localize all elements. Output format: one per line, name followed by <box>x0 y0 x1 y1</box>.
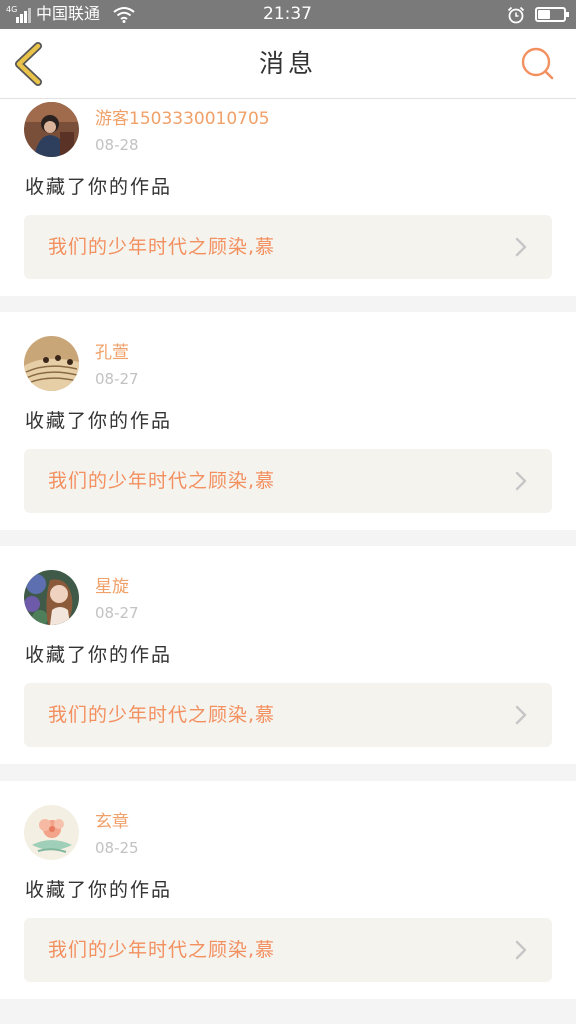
avatar[interactable] <box>24 570 79 625</box>
message-card: 玄章 08-25 收藏了你的作品 我们的少年时代之顾染,慕 <box>0 781 576 999</box>
status-bar: 4G 中国联通 21:37 <box>0 0 576 29</box>
message-text: 收藏了你的作品 <box>25 176 173 198</box>
chevron-right-icon <box>515 471 527 491</box>
avatar[interactable] <box>24 336 79 391</box>
clock: 21:37 <box>263 4 312 24</box>
work-link[interactable]: 我们的少年时代之顾染,慕 <box>24 215 552 279</box>
work-title: 我们的少年时代之顾染,慕 <box>48 236 276 258</box>
message-card: 星旋 08-27 收藏了你的作品 我们的少年时代之顾染,慕 <box>0 546 576 764</box>
username[interactable]: 孔萱 <box>95 342 129 364</box>
message-text: 收藏了你的作品 <box>25 644 173 666</box>
chevron-right-icon <box>515 940 527 960</box>
message-date: 08-27 <box>95 370 139 388</box>
chevron-right-icon <box>515 237 527 257</box>
username[interactable]: 玄章 <box>95 811 129 833</box>
message-text: 收藏了你的作品 <box>25 410 173 432</box>
battery-icon <box>535 7 569 22</box>
message-card: 游客1503330010705 08-28 收藏了你的作品 我们的少年时代之顾染… <box>0 99 576 296</box>
work-link[interactable]: 我们的少年时代之顾染,慕 <box>24 918 552 982</box>
work-title: 我们的少年时代之顾染,慕 <box>48 704 276 726</box>
message-date: 08-25 <box>95 839 139 857</box>
search-icon <box>521 47 554 80</box>
username[interactable]: 游客1503330010705 <box>95 108 270 130</box>
username[interactable]: 星旋 <box>95 576 129 598</box>
work-link[interactable]: 我们的少年时代之顾染,慕 <box>24 449 552 513</box>
page-title: 消息 <box>258 49 317 78</box>
work-title: 我们的少年时代之顾染,慕 <box>48 470 276 492</box>
message-text: 收藏了你的作品 <box>25 879 173 901</box>
network-type: 4G <box>6 5 18 14</box>
work-link[interactable]: 我们的少年时代之顾染,慕 <box>24 683 552 747</box>
carrier-name: 中国联通 <box>36 4 101 23</box>
chevron-right-icon <box>515 705 527 725</box>
alarm-icon <box>507 6 525 24</box>
message-date: 08-28 <box>95 136 139 154</box>
avatar[interactable] <box>24 805 79 860</box>
avatar[interactable] <box>24 102 79 157</box>
message-list[interactable]: 游客1503330010705 08-28 收藏了你的作品 我们的少年时代之顾染… <box>0 99 576 1024</box>
message-card: 孔萱 08-27 收藏了你的作品 我们的少年时代之顾染,慕 <box>0 312 576 530</box>
search-button[interactable] <box>518 45 556 83</box>
app-header: 消息 <box>0 29 576 99</box>
work-title: 我们的少年时代之顾染,慕 <box>48 939 276 961</box>
wifi-icon <box>113 7 135 23</box>
message-date: 08-27 <box>95 604 139 622</box>
signal-icon: 4G <box>6 5 31 23</box>
